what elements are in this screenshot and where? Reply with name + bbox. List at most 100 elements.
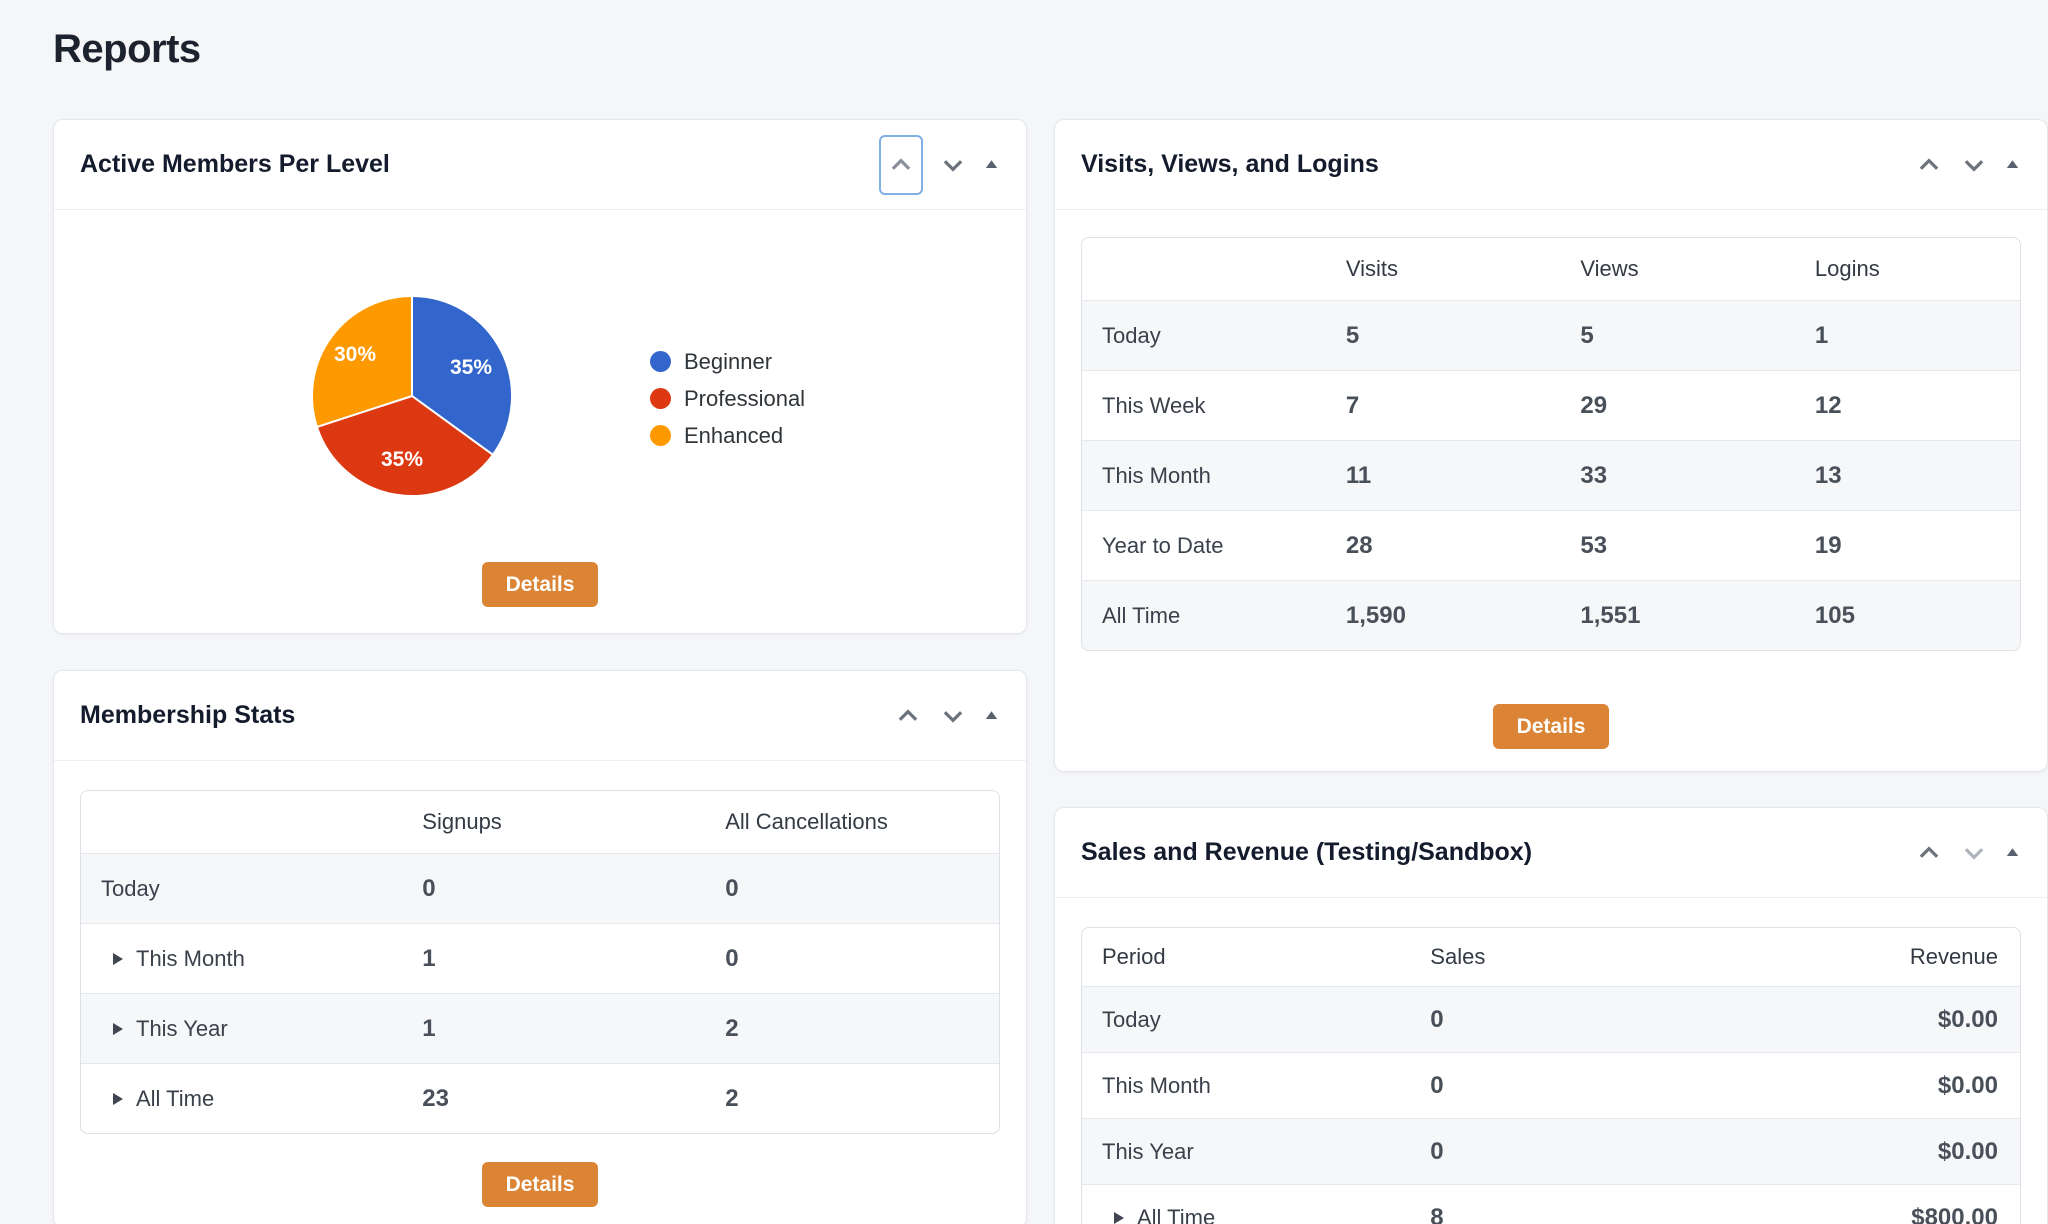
cell-value: 23 <box>402 1085 705 1113</box>
collapse-triangle-icon <box>2004 156 2021 173</box>
move-card-down-button[interactable] <box>938 701 968 731</box>
focused-move-up-button[interactable] <box>879 135 923 195</box>
expand-arrow-icon <box>1114 1212 1124 1224</box>
collapse-triangle-icon <box>2004 844 2021 861</box>
legend-item-professional: Professional <box>650 380 805 417</box>
table-header-row: Period Sales Revenue <box>1082 928 2020 986</box>
row-label: This Year <box>136 1016 228 1042</box>
table-row: All Time 23 2 <box>81 1063 999 1133</box>
card-header: Active Members Per Level <box>54 120 1026 210</box>
row-label: This Month <box>1082 1073 1410 1099</box>
chevron-up-icon <box>886 150 916 180</box>
legend-label: Professional <box>684 386 805 412</box>
column-header: Visits <box>1326 256 1561 282</box>
cell-value: $800.00 <box>1710 1204 2020 1224</box>
collapse-card-button[interactable] <box>2004 844 2021 861</box>
legend-item-enhanced: Enhanced <box>650 417 805 454</box>
collapse-triangle-icon <box>983 156 1000 173</box>
visits-table: Visits Views Logins Today 5 5 1 This Wee… <box>1081 237 2021 651</box>
card-header: Visits, Views, and Logins <box>1055 120 2047 210</box>
reports-page: Reports Active Members Per Level <box>0 0 2048 1224</box>
active-members-chart-area: 35% 35% 30% Beginner Professional <box>54 210 1026 633</box>
card-controls <box>879 135 1000 195</box>
dashboard-grid: Active Members Per Level <box>53 119 2048 1224</box>
move-card-down-button[interactable] <box>1959 150 1989 180</box>
chevron-down-icon <box>1959 150 1989 180</box>
cell-value: 0 <box>705 875 999 903</box>
expand-arrow-icon <box>113 953 123 965</box>
row-label: Today <box>1082 1007 1410 1033</box>
row-label: This Year <box>1082 1139 1410 1165</box>
cell-value: 13 <box>1795 462 2020 490</box>
card-title: Active Members Per Level <box>80 150 390 179</box>
move-card-up-button[interactable] <box>886 150 916 180</box>
chevron-up-icon <box>1914 150 1944 180</box>
table-row: This Year 0 $0.00 <box>1082 1118 2020 1184</box>
pie-chart: 35% 35% 30% <box>307 291 517 501</box>
legend-label: Enhanced <box>684 423 783 449</box>
cell-value: 8 <box>1410 1204 1710 1224</box>
column-header: All Cancellations <box>705 809 999 835</box>
chevron-up-icon <box>893 701 923 731</box>
card-title: Visits, Views, and Logins <box>1081 150 1379 179</box>
row-label: All Time <box>136 1086 214 1112</box>
cell-value: 12 <box>1795 392 2020 420</box>
cell-value: 1,551 <box>1560 602 1795 630</box>
right-column: Visits, Views, and Logins <box>1054 119 2048 1224</box>
chevron-down-icon <box>938 150 968 180</box>
move-card-up-button[interactable] <box>893 701 923 731</box>
cell-value: 19 <box>1795 532 2020 560</box>
chevron-down-icon <box>1959 838 1989 868</box>
move-card-down-button[interactable] <box>1959 838 1989 868</box>
column-header: Signups <box>402 809 705 835</box>
column-header: Views <box>1560 256 1795 282</box>
row-label: Year to Date <box>1082 533 1326 559</box>
legend-dot-icon <box>650 388 671 409</box>
table-row: All Time 1,590 1,551 105 <box>1082 580 2020 650</box>
card-header: Sales and Revenue (Testing/Sandbox) <box>1055 808 2047 898</box>
card-controls <box>1914 150 2021 180</box>
expand-row-control[interactable]: All Time <box>101 1086 214 1112</box>
cell-value: 33 <box>1560 462 1795 490</box>
card-controls <box>1914 838 2021 868</box>
cell-value: 5 <box>1326 322 1561 350</box>
move-card-down-button[interactable] <box>938 150 968 180</box>
row-label: This Month <box>1082 463 1326 489</box>
move-card-up-button[interactable] <box>1914 838 1944 868</box>
legend-label: Beginner <box>684 349 772 375</box>
table-row: This Month 0 $0.00 <box>1082 1052 2020 1118</box>
collapse-card-button[interactable] <box>983 156 1000 173</box>
expand-row-control[interactable]: This Month <box>101 946 245 972</box>
cell-value: 105 <box>1795 602 2020 630</box>
card-sales-revenue: Sales and Revenue (Testing/Sandbox) <box>1054 807 2048 1224</box>
table-row: Today 5 5 1 <box>1082 300 2020 370</box>
details-button[interactable]: Details <box>1493 704 1610 749</box>
page-title: Reports <box>53 18 2048 80</box>
row-label: All Time <box>1137 1205 1215 1224</box>
row-label: All Time <box>1082 603 1326 629</box>
expand-arrow-icon <box>113 1023 123 1035</box>
move-card-up-button[interactable] <box>1914 150 1944 180</box>
collapse-card-button[interactable] <box>983 707 1000 724</box>
table-row: All Time 8 $800.00 <box>1082 1184 2020 1224</box>
membership-table: Signups All Cancellations Today 0 0 This… <box>80 790 1000 1134</box>
expand-row-control[interactable]: All Time <box>1102 1205 1215 1224</box>
cell-value: 0 <box>402 875 705 903</box>
details-button[interactable]: Details <box>482 1162 599 1207</box>
table-row: This Month 1 0 <box>81 923 999 993</box>
chevron-down-icon <box>938 701 968 731</box>
cell-value: 29 <box>1560 392 1795 420</box>
row-label: This Week <box>1082 393 1326 419</box>
table-row: This Week 7 29 12 <box>1082 370 2020 440</box>
cell-value: 0 <box>1410 1138 1710 1166</box>
details-button[interactable]: Details <box>482 562 599 607</box>
table-row: This Month 11 33 13 <box>1082 440 2020 510</box>
cell-value: 2 <box>705 1015 999 1043</box>
table-row: Today 0 0 <box>81 853 999 923</box>
cell-value: 1 <box>402 945 705 973</box>
collapse-card-button[interactable] <box>2004 156 2021 173</box>
cell-value: 2 <box>705 1085 999 1113</box>
column-header: Sales <box>1410 944 1710 970</box>
expand-row-control[interactable]: This Year <box>101 1016 228 1042</box>
table-header-row: Visits Views Logins <box>1082 238 2020 300</box>
